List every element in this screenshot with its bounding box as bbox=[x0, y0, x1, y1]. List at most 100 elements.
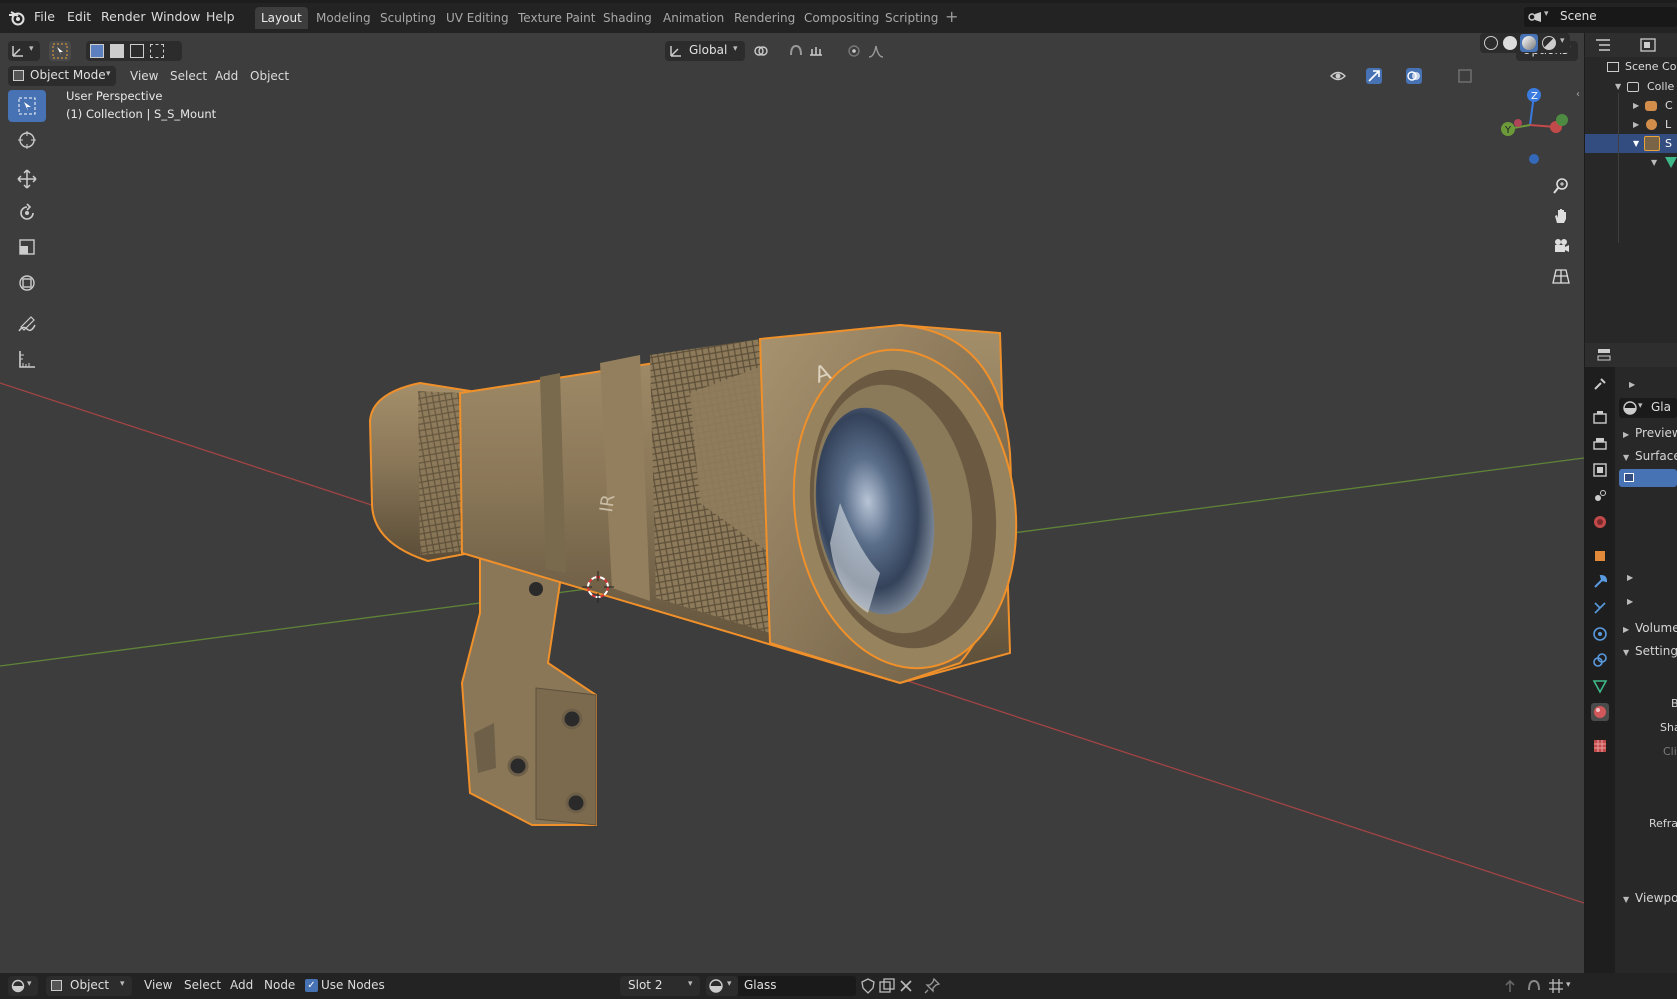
transform-orientation-dropdown[interactable]: Global ▾ bbox=[665, 41, 745, 61]
outliner-row-collection[interactable]: ▼ Colle bbox=[1585, 77, 1677, 96]
mode-dropdown[interactable]: Object Mode ▾ bbox=[8, 66, 116, 86]
menu-file[interactable]: File bbox=[34, 9, 55, 24]
select-extend-icon[interactable] bbox=[110, 44, 124, 58]
outliner-editor-icon[interactable] bbox=[1595, 38, 1611, 54]
tab-scripting[interactable]: Scripting bbox=[879, 7, 944, 29]
outliner-row-mesh-data[interactable]: ▼ bbox=[1585, 153, 1677, 172]
node-editor-type-button[interactable]: ▾ bbox=[8, 976, 38, 996]
texture-properties-tab-icon[interactable] bbox=[1591, 737, 1609, 755]
select-subtract-icon[interactable] bbox=[130, 44, 144, 58]
menu-help[interactable]: Help bbox=[206, 9, 235, 24]
viewport-menu-view[interactable]: View bbox=[130, 66, 158, 86]
tool-scale[interactable] bbox=[8, 231, 46, 263]
tab-compositing[interactable]: Compositing bbox=[798, 7, 885, 29]
pin-icon[interactable] bbox=[924, 977, 941, 994]
surface-expand-icon[interactable]: ▼ bbox=[1623, 453, 1629, 462]
duplicate-material-icon[interactable] bbox=[879, 978, 895, 994]
xray-toggle-icon[interactable] bbox=[1457, 68, 1473, 84]
rendered-shading-icon[interactable] bbox=[1542, 36, 1556, 50]
3d-viewport[interactable]: IR A ▾ Global ▾ Object Mode ▾ View Selec… bbox=[0, 33, 1584, 973]
falloff-icon[interactable] bbox=[868, 43, 884, 59]
object-properties-tab-icon[interactable] bbox=[1591, 547, 1609, 565]
sidebar-toggle-icon[interactable]: ‹ bbox=[1576, 89, 1580, 100]
menu-edit[interactable]: Edit bbox=[67, 9, 91, 24]
tab-texture-paint[interactable]: Texture Paint bbox=[512, 7, 601, 29]
outliner-row-light[interactable]: ▶ L bbox=[1585, 115, 1677, 134]
display-mode-icon[interactable] bbox=[1640, 38, 1656, 54]
object-data-tab-icon[interactable] bbox=[1591, 677, 1609, 695]
zoom-button[interactable] bbox=[1548, 173, 1574, 199]
viewport-menu-select[interactable]: Select bbox=[170, 66, 207, 86]
parent-node-tree-icon[interactable] bbox=[1502, 978, 1518, 994]
section-surface[interactable]: Surface bbox=[1635, 449, 1677, 463]
output-properties-tab-icon[interactable] bbox=[1591, 435, 1609, 453]
outliner-row-mesh-selected[interactable]: ▼ S bbox=[1585, 134, 1677, 153]
particles-tab-icon[interactable] bbox=[1591, 599, 1609, 617]
select-invert-icon[interactable] bbox=[150, 44, 164, 58]
section-settings[interactable]: Setting bbox=[1635, 644, 1677, 658]
volume-collapse-icon[interactable]: ▶ bbox=[1623, 625, 1629, 634]
snap-increment-icon[interactable] bbox=[808, 43, 824, 59]
flashlight-body[interactable]: IR A bbox=[368, 323, 1036, 685]
tab-animation[interactable]: Animation bbox=[657, 7, 730, 29]
scene-properties-tab-icon[interactable] bbox=[1591, 487, 1609, 505]
material-properties-tab-icon[interactable] bbox=[1591, 703, 1609, 721]
camera-view-button[interactable] bbox=[1548, 233, 1574, 259]
tab-layout[interactable]: Layout bbox=[255, 7, 308, 29]
blender-logo-icon[interactable] bbox=[8, 9, 26, 27]
node-menu-node[interactable]: Node bbox=[264, 978, 295, 992]
select-tool-button[interactable] bbox=[49, 41, 71, 61]
scene-selector[interactable]: ▾ Scene bbox=[1524, 7, 1677, 27]
gizmo-toggle-icon[interactable] bbox=[1366, 68, 1382, 84]
wireframe-shading-icon[interactable] bbox=[1484, 36, 1498, 50]
navigation-gizmo[interactable]: Z Y bbox=[1490, 87, 1570, 167]
pan-button[interactable] bbox=[1548, 203, 1574, 229]
collapse-arrow-icon[interactable]: ▶ bbox=[1629, 380, 1635, 389]
tool-annotate[interactable] bbox=[8, 309, 46, 341]
pivot-point-icon[interactable] bbox=[753, 43, 769, 59]
tab-uv-editing[interactable]: UV Editing bbox=[440, 7, 515, 29]
selection-mode-group[interactable] bbox=[86, 41, 182, 61]
tool-move[interactable] bbox=[8, 163, 46, 195]
editor-type-button[interactable]: ▾ bbox=[8, 41, 40, 61]
tool-measure[interactable] bbox=[8, 343, 46, 375]
surface-shader-button[interactable] bbox=[1619, 469, 1677, 487]
material-preview-icon[interactable] bbox=[1520, 34, 1538, 52]
tool-transform[interactable] bbox=[8, 267, 46, 299]
viewport-menu-add[interactable]: Add bbox=[215, 66, 238, 86]
tool-select-box[interactable] bbox=[8, 90, 46, 122]
snap-grid-icon[interactable] bbox=[1548, 978, 1564, 994]
proportional-edit-icon[interactable] bbox=[846, 43, 862, 59]
section-volume[interactable]: Volume bbox=[1635, 621, 1677, 635]
view-layer-tab-icon[interactable] bbox=[1591, 461, 1609, 479]
solid-shading-icon[interactable] bbox=[1503, 36, 1517, 50]
subsection-arrow-icon-2[interactable]: ▶ bbox=[1627, 597, 1633, 606]
overlays-toggle-icon[interactable] bbox=[1406, 68, 1422, 84]
world-properties-tab-icon[interactable] bbox=[1591, 513, 1609, 531]
tab-rendering[interactable]: Rendering bbox=[728, 7, 801, 29]
node-menu-add[interactable]: Add bbox=[230, 978, 253, 992]
tool-rotate[interactable] bbox=[8, 197, 46, 229]
viewport-menu-object[interactable]: Object bbox=[250, 66, 289, 86]
node-menu-view[interactable]: View bbox=[144, 978, 172, 992]
menu-render[interactable]: Render bbox=[101, 9, 146, 24]
select-new-icon[interactable] bbox=[90, 44, 104, 58]
viewport-display-expand-icon[interactable]: ▼ bbox=[1623, 895, 1629, 904]
use-nodes-label[interactable]: Use Nodes bbox=[321, 978, 385, 992]
tab-shading[interactable]: Shading bbox=[597, 7, 658, 29]
physics-tab-icon[interactable] bbox=[1591, 625, 1609, 643]
material-browse-button[interactable]: ▾ bbox=[706, 976, 738, 996]
slot-dropdown[interactable]: Slot 2 ▾ bbox=[620, 976, 700, 996]
node-menu-select[interactable]: Select bbox=[184, 978, 221, 992]
unlink-material-icon[interactable] bbox=[898, 978, 914, 994]
tool-properties-tab-icon[interactable] bbox=[1591, 375, 1609, 393]
section-preview[interactable]: Preview bbox=[1635, 426, 1677, 440]
add-workspace-icon[interactable]: + bbox=[945, 7, 958, 26]
material-selector[interactable]: ▾ Gla bbox=[1619, 398, 1677, 418]
section-viewport-display[interactable]: Viewpo bbox=[1635, 891, 1677, 905]
shader-type-dropdown[interactable]: Object ▾ bbox=[46, 976, 132, 996]
properties-editor-icon[interactable] bbox=[1597, 347, 1613, 363]
outliner-row-camera[interactable]: ▶ C bbox=[1585, 96, 1677, 115]
render-properties-tab-icon[interactable] bbox=[1591, 408, 1609, 426]
outliner-scene-row[interactable]: Scene Co bbox=[1585, 57, 1677, 77]
